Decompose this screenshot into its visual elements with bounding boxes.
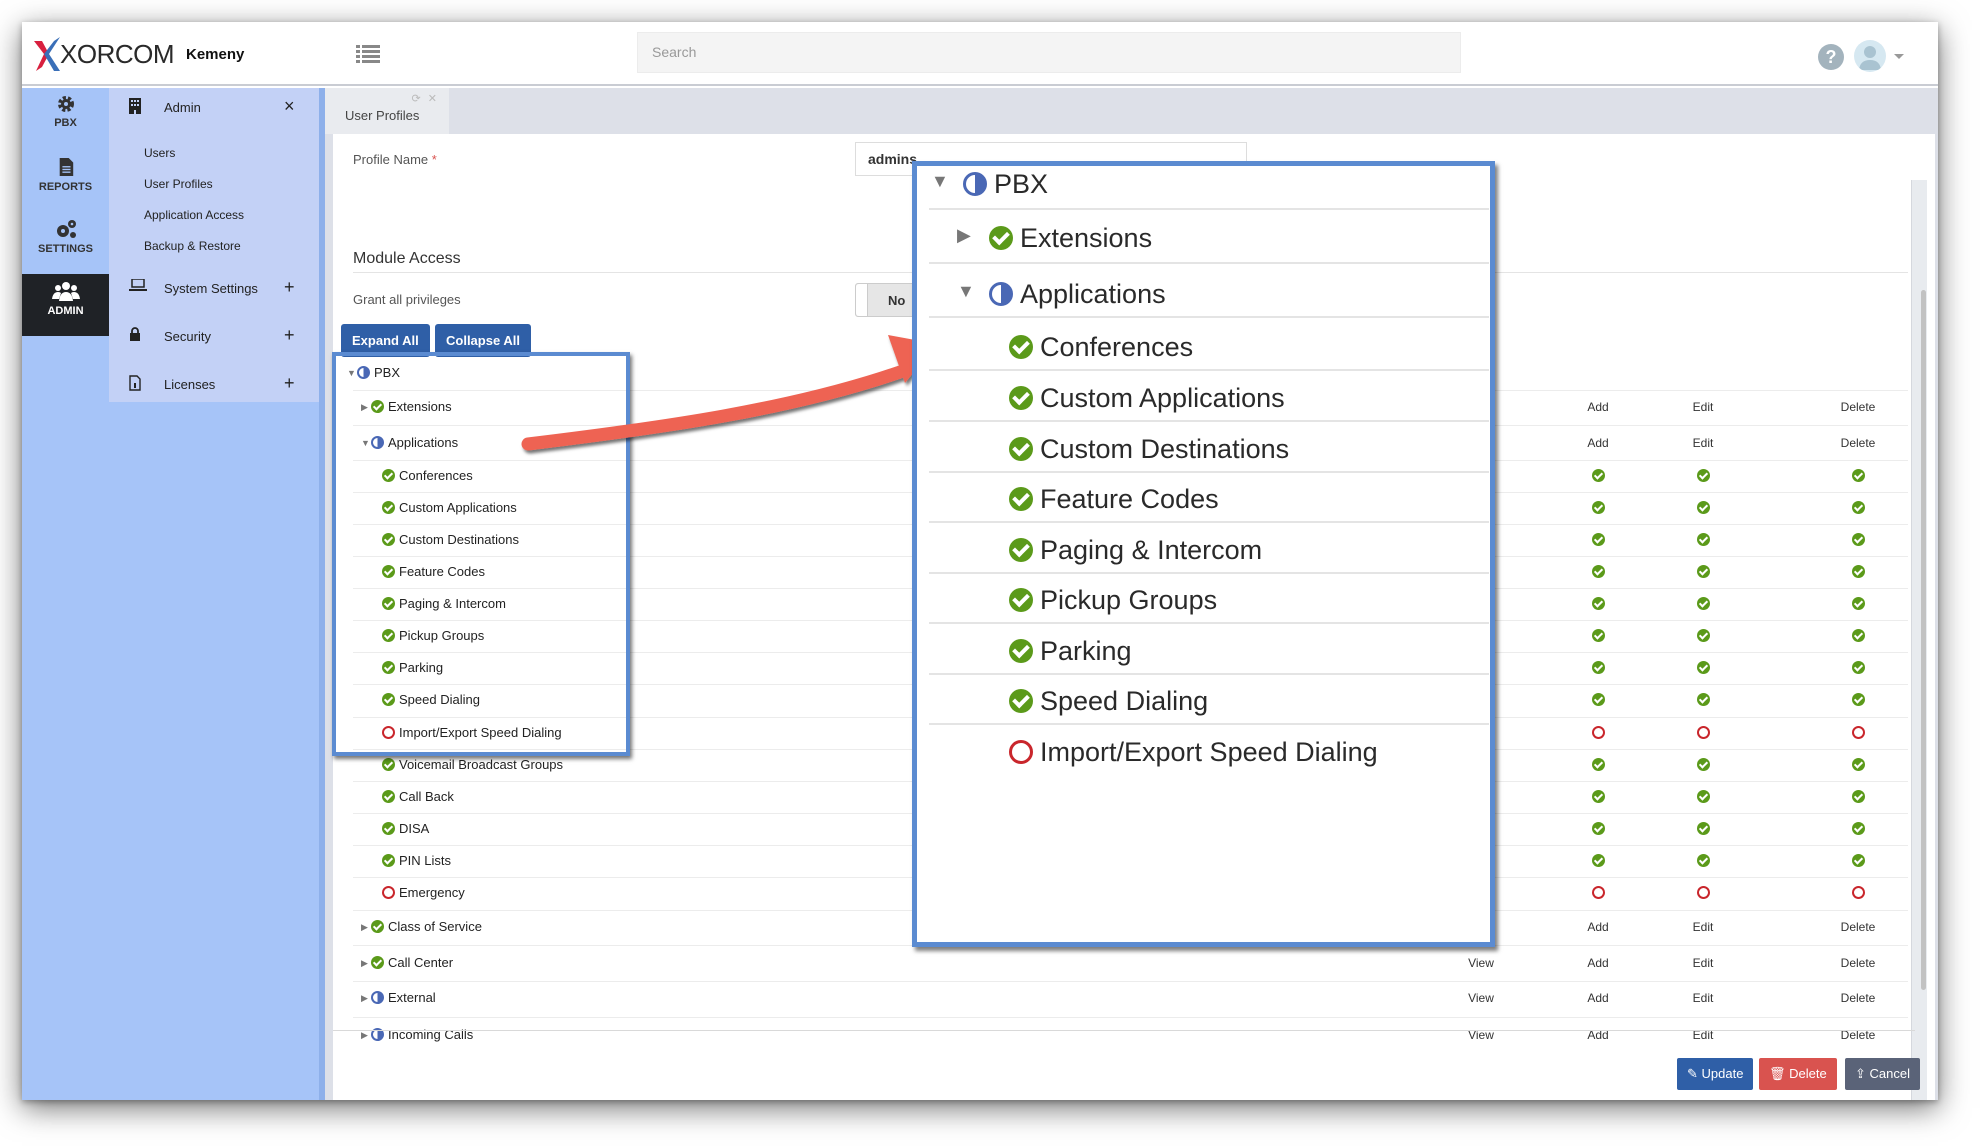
caret-down-icon: ▼ (957, 281, 975, 301)
zoom-callout: ▼ PBX ▶ Extensions ▼ Applications Conferences C… (912, 161, 1495, 947)
half-circle-icon (963, 172, 987, 196)
callout-node: ▶ Extensions (957, 222, 1152, 254)
caret-down-icon: ▼ (931, 171, 949, 191)
caret-right-icon: ▶ (957, 225, 971, 245)
callout-divider (929, 572, 1489, 574)
callout-node-label: Pickup Groups (1040, 585, 1218, 615)
callout-divider (929, 420, 1489, 422)
callout-node-label: Custom Applications (1040, 383, 1285, 413)
callout-node-label: Parking (1040, 636, 1132, 666)
check-circle-icon (1009, 487, 1033, 511)
callout-node: ▼ Applications (957, 278, 1166, 310)
check-circle-icon (1009, 588, 1033, 612)
callout-node: Speed Dialing (1009, 685, 1208, 717)
callout-node-label: Applications (1020, 279, 1166, 309)
callout-node: Paging & Intercom (1009, 534, 1262, 566)
check-circle-icon (989, 226, 1013, 250)
callout-node: ▼ PBX (931, 168, 1048, 200)
callout-node: Feature Codes (1009, 483, 1219, 515)
callout-node-label: PBX (994, 169, 1049, 199)
callout-divider (929, 521, 1489, 523)
callout-divider (929, 262, 1489, 264)
check-circle-icon (1009, 538, 1033, 562)
callout-node-label: Import/Export Speed Dialing (1040, 737, 1378, 767)
callout-node: Import/Export Speed Dialing (1009, 736, 1378, 768)
callout-node: Custom Applications (1009, 382, 1285, 414)
check-circle-icon (1009, 386, 1033, 410)
half-circle-icon (989, 282, 1013, 306)
callout-node-label: Custom Destinations (1040, 434, 1290, 464)
callout-divider (929, 723, 1489, 725)
callout-node: Custom Destinations (1009, 433, 1289, 465)
callout-divider (929, 316, 1489, 318)
check-circle-icon (1009, 689, 1033, 713)
arrow-shaft (521, 365, 907, 451)
callout-node-label: Paging & Intercom (1040, 535, 1263, 565)
callout-node-label: Speed Dialing (1040, 686, 1209, 716)
check-circle-icon (1009, 639, 1033, 663)
check-circle-icon (1009, 335, 1033, 359)
callout-node: Conferences (1009, 331, 1193, 363)
callout-divider (929, 673, 1489, 675)
empty-circle-icon (1009, 740, 1033, 764)
callout-divider (929, 208, 1489, 210)
callout-node-label: Feature Codes (1040, 484, 1219, 514)
callout-node-label: Conferences (1040, 332, 1194, 362)
callout-divider (929, 622, 1489, 624)
check-circle-icon (1009, 437, 1033, 461)
callout-node-label: Extensions (1020, 223, 1153, 253)
callout-node: Parking (1009, 635, 1132, 667)
callout-node: Pickup Groups (1009, 584, 1217, 616)
callout-divider (929, 471, 1489, 473)
callout-divider (929, 369, 1489, 371)
